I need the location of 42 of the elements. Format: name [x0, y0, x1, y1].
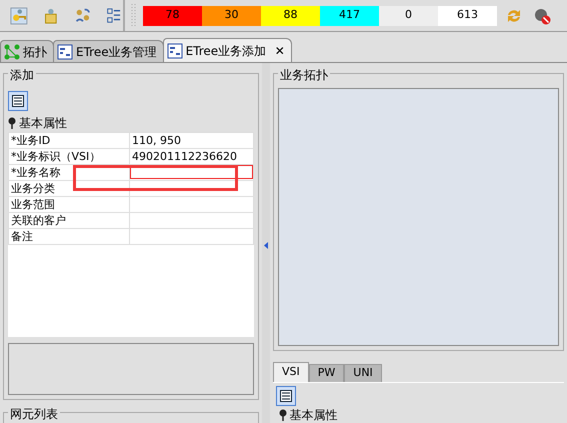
field-label: *业务名称: [8, 164, 130, 180]
close-icon[interactable]: ✕: [274, 42, 285, 60]
toolbar-grip: [131, 4, 137, 28]
list-tree-icon: [105, 6, 123, 26]
tab[interactable]: ETree业务添加 ✕: [162, 38, 292, 62]
alarm-count: 30: [202, 6, 261, 26]
section-title: 基本属性: [289, 406, 338, 423]
alarm-count: 78: [143, 6, 202, 26]
alarm-count: 417: [320, 6, 379, 26]
group-title: 业务拓扑: [278, 66, 330, 84]
document-icon: [166, 42, 183, 58]
key-icon: [10, 6, 28, 26]
collapse-arrow-icon: [264, 242, 268, 249]
field-label: 备注: [8, 228, 130, 244]
tab[interactable]: 拓扑: [0, 40, 54, 62]
field-label: 关联的客户: [8, 212, 130, 228]
alarm-count: 88: [261, 6, 320, 26]
field-value: 490201112236620: [132, 150, 237, 162]
tab[interactable]: PW: [308, 364, 344, 382]
alarm-count: 613: [438, 6, 497, 26]
tab-label: ETree业务管理: [76, 44, 157, 60]
field-label: 业务分类: [8, 180, 130, 196]
list-icon: [12, 94, 24, 107]
field-label: *业务标识（VSI）: [8, 148, 130, 164]
field-label: *业务ID: [8, 132, 130, 148]
list-icon: [280, 390, 292, 402]
field-label: 业务范围: [8, 196, 130, 212]
field-value: 110, 950: [132, 134, 181, 146]
pin-icon: [8, 116, 16, 128]
section-title: 基本属性: [18, 114, 67, 132]
tab-label: 拓扑: [23, 44, 47, 60]
view-toggle-button[interactable]: [8, 90, 28, 111]
tab[interactable]: UNI: [344, 364, 382, 382]
tab[interactable]: ETree业务管理: [53, 40, 164, 62]
pin-icon: [278, 408, 286, 421]
topology-icon: [4, 44, 20, 60]
document-icon: [57, 44, 73, 60]
mute-icon: [533, 6, 551, 24]
view-toggle-button[interactable]: [276, 386, 296, 406]
alarm-count: 0: [379, 6, 438, 26]
tab-label: ETree业务添加: [186, 42, 266, 60]
tab[interactable]: VSI: [273, 362, 309, 382]
